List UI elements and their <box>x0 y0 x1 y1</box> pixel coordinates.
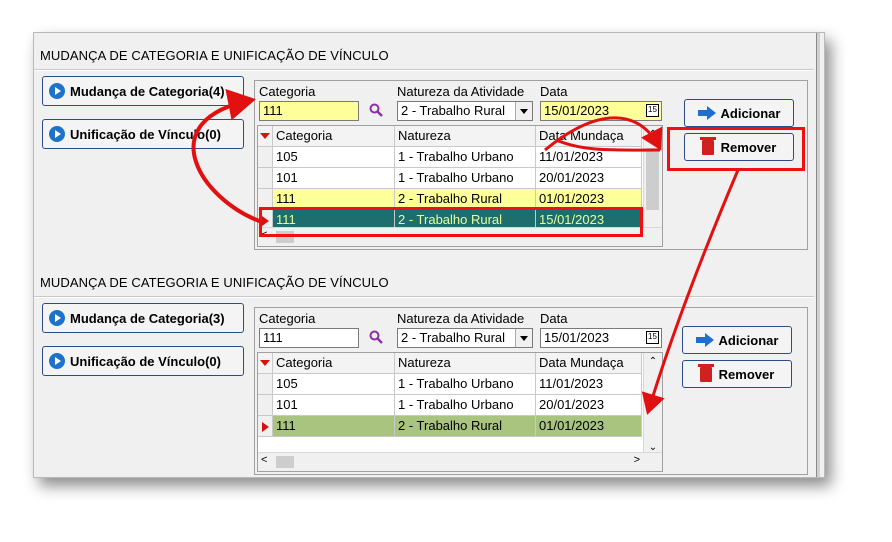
annotation-arrows <box>191 88 740 415</box>
arrow-to-remover <box>544 116 663 152</box>
arrow-to-categoria <box>191 88 263 224</box>
arrow-loop <box>555 138 661 152</box>
arrow-to-result <box>641 169 740 415</box>
